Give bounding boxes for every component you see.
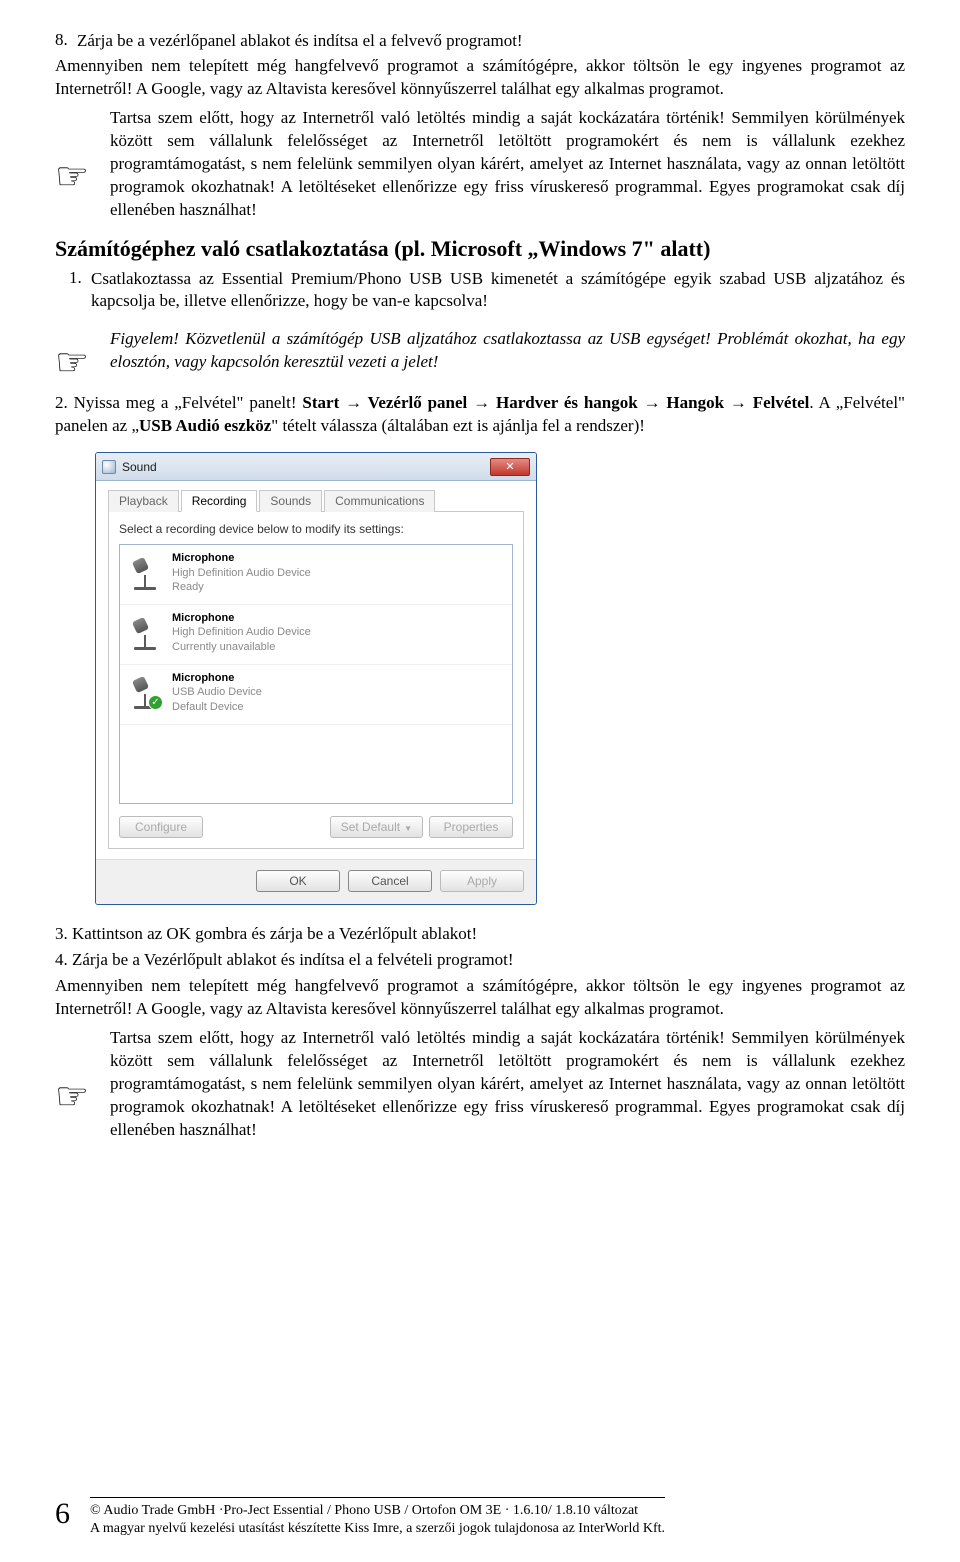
device-desc: High Definition Audio Device [172, 566, 311, 580]
pointing-hand-icon: ☞ [55, 344, 110, 382]
warning-block: ☞ Figyelem! Közvetlenül a számítógép USB… [55, 319, 905, 382]
warning-text: Figyelem! Közvetlenül a számítógép USB a… [110, 328, 905, 374]
microphone-icon [128, 556, 162, 590]
device-text: Microphone USB Audio Device Default Devi… [172, 671, 262, 714]
tab-recording[interactable]: Recording [181, 490, 258, 512]
device-desc: High Definition Audio Device [172, 625, 311, 639]
ok-button[interactable]: OK [256, 870, 340, 892]
device-text: Microphone High Definition Audio Device … [172, 551, 311, 594]
step-1-number: 1. [69, 268, 91, 314]
footer-separator [90, 1497, 665, 1498]
speaker-icon [102, 460, 116, 474]
checkmark-badge-icon: ✓ [148, 695, 163, 710]
device-status: Default Device [172, 700, 262, 714]
section-heading: Számítógéphez való csatlakoztatása (pl. … [55, 236, 905, 262]
step-1-text: Csatlakoztassa az Essential Premium/Phon… [91, 268, 905, 314]
sound-dialog: Sound ✕ Playback Recording Sounds Commun… [95, 452, 537, 905]
configure-button[interactable]: Configure [119, 816, 203, 838]
step-2-end: " tételt válassza (általában ezt is aján… [271, 416, 645, 435]
panel-buttons: Configure Set Default▼ Properties [119, 816, 513, 838]
step-8-text: Zárja be a vezérlőpanel ablakot és indít… [77, 30, 905, 53]
device-text: Microphone High Definition Audio Device … [172, 611, 311, 654]
footer-line-1: © Audio Trade GmbH ·Pro-Ject Essential /… [90, 1502, 665, 1520]
dialog-body: Playback Recording Sounds Communications… [96, 481, 536, 859]
apply-button[interactable]: Apply [440, 870, 524, 892]
intro-paragraph-1: Amennyiben nem telepített még hangfelvev… [55, 55, 905, 101]
pointing-hand-icon: ☞ [55, 158, 110, 196]
titlebar-left: Sound [102, 460, 157, 474]
pointing-hand-icon: ☞ [55, 1078, 110, 1116]
set-default-button[interactable]: Set Default▼ [330, 816, 423, 838]
close-button[interactable]: ✕ [490, 458, 530, 476]
device-status: Currently unavailable [172, 640, 311, 654]
step-2: 2. Nyissa meg a „Felvétel" panelt! Start… [55, 392, 905, 438]
step-8: 8. Zárja be a vezérlőpanel ablakot és in… [55, 30, 905, 53]
microphone-icon: ✓ [128, 675, 162, 709]
device-item[interactable]: ✓ Microphone USB Audio Device Default De… [120, 665, 512, 725]
note-block-2: ☞ Tartsa szem előtt, hogy az Internetről… [55, 1027, 905, 1142]
microphone-icon [128, 616, 162, 650]
step-1: 1. Csatlakoztassa az Essential Premium/P… [69, 268, 905, 314]
footer-text: © Audio Trade GmbH ·Pro-Ject Essential /… [90, 1497, 665, 1538]
properties-button[interactable]: Properties [429, 816, 513, 838]
tab-playback[interactable]: Playback [108, 490, 179, 512]
step-2-device: USB Audió eszköz [139, 416, 271, 435]
panel-description: Select a recording device below to modif… [119, 522, 513, 536]
dialog-footer: OK Cancel Apply [96, 859, 536, 904]
tab-strip: Playback Recording Sounds Communications [108, 489, 524, 512]
note-text-2: Tartsa szem előtt, hogy az Internetről v… [110, 1027, 905, 1142]
tab-sounds[interactable]: Sounds [259, 490, 322, 512]
step-8-number: 8. [55, 30, 77, 53]
cancel-button[interactable]: Cancel [348, 870, 432, 892]
step-2-prefix: 2. Nyissa meg a „Felvétel" panelt! [55, 393, 302, 412]
titlebar: Sound ✕ [96, 453, 536, 481]
tab-panel: Select a recording device below to modif… [108, 512, 524, 849]
device-item[interactable]: Microphone High Definition Audio Device … [120, 545, 512, 605]
page-footer: 6 © Audio Trade GmbH ·Pro-Ject Essential… [55, 1497, 905, 1538]
step-4: 4. Zárja be a Vezérlőpult ablakot és ind… [55, 949, 905, 972]
device-name: Microphone [172, 611, 311, 625]
chevron-down-icon: ▼ [404, 824, 412, 833]
device-desc: USB Audio Device [172, 685, 262, 699]
note-block-1: ☞ Tartsa szem előtt, hogy az Internetről… [55, 107, 905, 222]
intro-paragraph-2: Amennyiben nem telepített még hangfelvev… [55, 975, 905, 1021]
device-name: Microphone [172, 551, 311, 565]
device-status: Ready [172, 580, 311, 594]
device-name: Microphone [172, 671, 262, 685]
device-item[interactable]: Microphone High Definition Audio Device … [120, 605, 512, 665]
tab-communications[interactable]: Communications [324, 490, 435, 512]
note-text-1: Tartsa szem előtt, hogy az Internetről v… [110, 107, 905, 222]
step-2-path: Start → Vezérlő panel → Hardver és hango… [302, 393, 809, 412]
footer-line-2: A magyar nyelvű kezelési utasítást készí… [90, 1520, 665, 1538]
device-list[interactable]: Microphone High Definition Audio Device … [119, 544, 513, 804]
page-number: 6 [55, 1497, 70, 1531]
step-3: 3. Kattintson az OK gombra és zárja be a… [55, 923, 905, 946]
window-title: Sound [122, 460, 157, 474]
